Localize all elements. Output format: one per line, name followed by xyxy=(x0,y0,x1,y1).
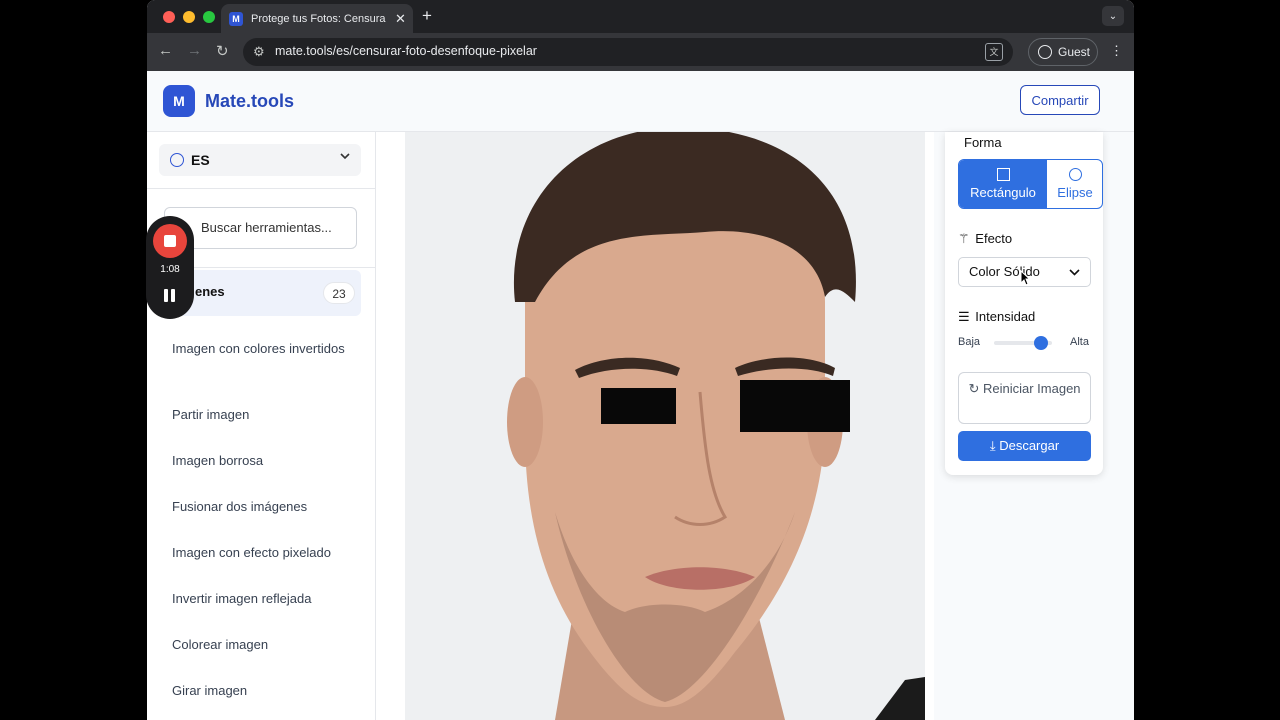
divider xyxy=(147,188,375,189)
browser-tab[interactable]: M Protege tus Fotos: Censura y ✕ xyxy=(221,4,413,33)
pause-icon[interactable] xyxy=(164,289,176,302)
intensity-slider[interactable] xyxy=(994,336,1052,350)
screen-recorder-widget: 1:08 xyxy=(146,216,194,319)
circle-icon xyxy=(1068,168,1082,181)
reload-icon[interactable]: ↻ xyxy=(216,42,229,60)
tab-search-icon[interactable]: ⌄ xyxy=(1102,6,1124,26)
recording-time: 1:08 xyxy=(160,264,180,275)
minimize-window-button[interactable] xyxy=(183,11,195,23)
close-window-button[interactable] xyxy=(163,11,175,23)
tool-link[interactable]: Girar imagen xyxy=(172,681,352,701)
shape-rectangle-label: Rectángulo xyxy=(970,185,1036,200)
download-icon: ⤓ xyxy=(989,438,996,453)
new-tab-icon[interactable]: + xyxy=(422,6,432,26)
url-text: mate.tools/es/censurar-foto-desenfoque-p… xyxy=(275,44,537,58)
menu-icon[interactable]: ⋮ xyxy=(1110,43,1123,59)
download-button[interactable]: ⤓ Descargar xyxy=(958,431,1091,461)
chevron-down-icon xyxy=(1069,258,1080,297)
address-bar[interactable]: ⚙ mate.tools/es/censurar-foto-desenfoque… xyxy=(243,38,1013,66)
tool-link[interactable]: Partir imagen xyxy=(172,405,352,425)
brand-name[interactable]: Mate.tools xyxy=(205,91,294,112)
maximize-window-button[interactable] xyxy=(203,11,215,23)
site-info-icon[interactable]: ⚙ xyxy=(253,44,265,60)
mouse-cursor-icon xyxy=(1020,270,1030,286)
square-icon xyxy=(996,168,1010,181)
shape-toggle: Rectángulo Elipse xyxy=(958,159,1103,209)
magic-wand-icon: ⚚ xyxy=(958,231,970,246)
tool-link[interactable]: Fusionar dos imágenes xyxy=(172,497,352,517)
sliders-icon: ☰ xyxy=(958,309,970,324)
reset-image-button[interactable]: ↻ Reiniciar Imagen xyxy=(958,372,1091,424)
shape-ellipse-button[interactable]: Elipse xyxy=(1047,160,1102,208)
favicon-icon: M xyxy=(229,11,243,26)
profile-icon xyxy=(1038,45,1052,59)
browser-window: M Protege tus Fotos: Censura y ✕ + ⌄ ← →… xyxy=(147,0,1134,720)
effect-label: Efecto xyxy=(975,231,1013,246)
intensity-low-label: Baja xyxy=(958,336,981,348)
globe-icon xyxy=(170,153,184,167)
back-icon[interactable]: ← xyxy=(158,42,173,59)
effect-heading: ⚚ Efecto xyxy=(958,231,1012,247)
tool-link[interactable]: Invertir imagen reflejada xyxy=(172,589,352,609)
image-canvas[interactable] xyxy=(376,132,934,720)
tool-link[interactable]: Imagen con efecto pixelado xyxy=(172,543,352,563)
close-tab-icon[interactable]: ✕ xyxy=(395,11,406,27)
shape-rectangle-button[interactable]: Rectángulo xyxy=(959,160,1047,208)
category-label: enes xyxy=(195,284,225,299)
browser-toolbar: ← → ↻ ⚙ mate.tools/es/censurar-foto-dese… xyxy=(147,33,1134,71)
face-photo xyxy=(405,132,925,720)
editor-panel: Forma Rectángulo Elipse ⚚ Efecto Color S… xyxy=(945,132,1103,475)
intensity-high-label: Alta xyxy=(1070,336,1089,348)
profile-label: Guest xyxy=(1058,45,1091,59)
category-count-badge: 23 xyxy=(323,282,355,304)
tab-bar: M Protege tus Fotos: Censura y ✕ + ⌄ xyxy=(147,0,1134,33)
tool-link[interactable]: Imagen con colores invertidos xyxy=(172,339,352,359)
tab-title: Protege tus Fotos: Censura y xyxy=(251,12,387,25)
window-controls xyxy=(163,11,215,23)
shape-ellipse-label: Elipse xyxy=(1057,185,1093,200)
share-button[interactable]: Compartir xyxy=(1020,85,1100,115)
intensity-label: Intensidad xyxy=(975,309,1036,324)
stop-recording-button[interactable] xyxy=(153,224,187,258)
tool-link[interactable]: Imagen borrosa xyxy=(172,451,352,471)
language-value: ES xyxy=(191,152,210,168)
site-header: M Mate.tools Compartir xyxy=(147,71,1134,132)
tool-link[interactable]: Colorear imagen xyxy=(172,635,352,655)
download-label: Descargar xyxy=(999,438,1060,453)
forward-icon[interactable]: → xyxy=(187,42,202,59)
shape-label: Forma xyxy=(964,135,1002,150)
refresh-icon: ↻ xyxy=(968,381,980,396)
profile-button[interactable]: Guest xyxy=(1028,38,1098,66)
intensity-heading: ☰ Intensidad xyxy=(958,309,1035,325)
slider-handle[interactable] xyxy=(1033,336,1048,350)
page: M Mate.tools Compartir ES Buscar herrami… xyxy=(147,71,1134,720)
chevron-down-icon xyxy=(339,150,351,165)
logo-icon[interactable]: M xyxy=(163,85,195,117)
language-select[interactable]: ES xyxy=(159,144,361,176)
translate-icon[interactable]: 文 xyxy=(985,43,1003,61)
reset-label: Reiniciar Imagen xyxy=(982,381,1081,396)
